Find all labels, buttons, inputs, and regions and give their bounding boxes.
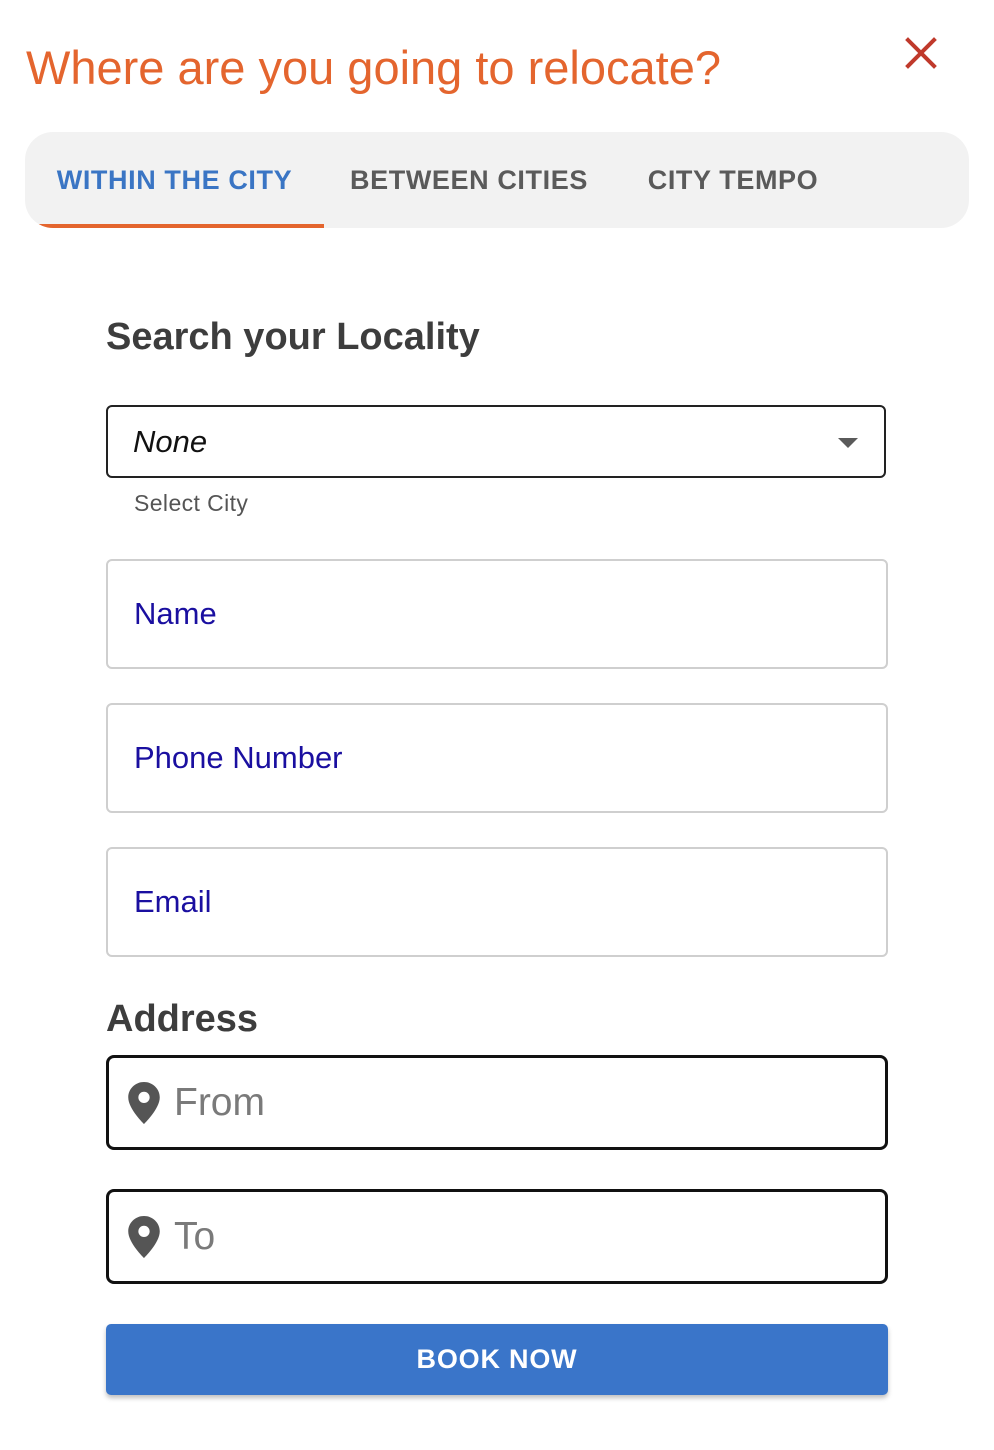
- email-field[interactable]: Email: [106, 847, 888, 957]
- name-field-label: Name: [134, 596, 217, 631]
- tab-between-cities[interactable]: BETWEEN CITIES: [339, 132, 599, 228]
- phone-number-field[interactable]: Phone Number: [106, 703, 888, 813]
- to-address-field[interactable]: [106, 1189, 888, 1284]
- address-heading: Address: [106, 998, 259, 1040]
- close-button[interactable]: [898, 30, 944, 76]
- close-icon: [905, 37, 937, 69]
- from-address-field[interactable]: [106, 1055, 888, 1150]
- email-field-label: Email: [134, 884, 212, 919]
- phone-number-field-label: Phone Number: [134, 740, 343, 775]
- to-address-input[interactable]: [174, 1202, 854, 1272]
- active-tab-indicator: [25, 224, 324, 228]
- relocation-type-tabs: WITHIN THE CITY BETWEEN CITIES CITY TEMP…: [25, 132, 969, 228]
- tab-city-tempo[interactable]: CITY TEMPO: [625, 132, 841, 228]
- relocation-dialog: Where are you going to relocate? WITHIN …: [0, 0, 994, 1450]
- map-pin-icon: [128, 1082, 160, 1124]
- city-select-value: None: [133, 424, 208, 459]
- map-pin-icon: [128, 1216, 160, 1258]
- city-select-helper: Select City: [134, 490, 249, 516]
- city-select[interactable]: None: [106, 405, 886, 478]
- chevron-down-icon: [838, 438, 858, 448]
- dialog-title: Where are you going to relocate?: [26, 41, 721, 94]
- from-address-input[interactable]: [174, 1068, 854, 1138]
- name-field[interactable]: Name: [106, 559, 888, 669]
- tab-within-the-city[interactable]: WITHIN THE CITY: [25, 132, 324, 228]
- book-now-button[interactable]: BOOK NOW: [106, 1324, 888, 1395]
- locality-heading: Search your Locality: [106, 316, 480, 358]
